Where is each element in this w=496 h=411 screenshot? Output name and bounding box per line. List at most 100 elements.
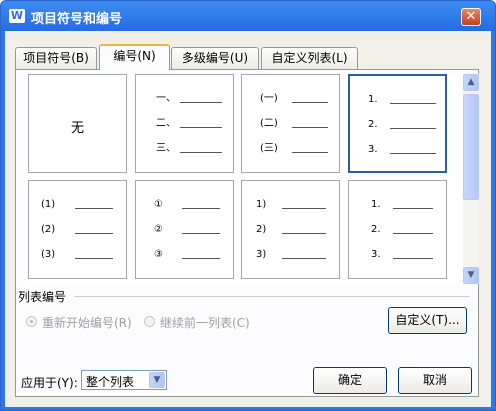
- tab-panel: 无 一、二、三、 (一) (二) (三) 1. 2. 3. (1) (2) (3) ① ② ③ 1) 2) 3)…: [15, 69, 479, 397]
- dialog-body: 项目符号(B) 编号(N) 多级编号(U) 自定义列表(L) 无一、 二、 三、 (一…: [5, 31, 491, 407]
- tab-numbering[interactable]: 编号(N): [99, 44, 170, 70]
- number-marker: 三、: [156, 143, 176, 154]
- number-marker: ①: [154, 199, 163, 210]
- radio-selected-dot: [30, 320, 33, 323]
- text-line: [282, 233, 326, 234]
- dialog-title: 项目符号和编号: [31, 12, 123, 27]
- chevron-down-icon[interactable]: ▼: [149, 372, 165, 388]
- restart-numbering-label[interactable]: 重新开始编号(R): [42, 314, 132, 331]
- scroll-up-button[interactable]: ▲: [463, 74, 479, 91]
- preview-row: 3): [242, 248, 337, 262]
- list-numbering-group-label: 列表编号: [18, 290, 67, 304]
- text-line: [282, 208, 326, 209]
- text-line: [180, 127, 222, 128]
- preview-row: (2): [29, 223, 124, 237]
- text-line: [390, 103, 436, 104]
- number-marker: ③: [154, 249, 163, 260]
- numbering-option[interactable]: ① ② ③: [135, 180, 234, 279]
- preview-row: (3): [29, 248, 124, 262]
- preview-row: (三): [242, 142, 337, 156]
- numbering-option[interactable]: 1) 2) 3): [241, 180, 340, 279]
- preview-row: 3.: [350, 143, 445, 157]
- number-marker: (1): [41, 199, 56, 210]
- text-line: [180, 152, 222, 153]
- number-marker: (2): [41, 224, 56, 235]
- text-line: [390, 128, 436, 129]
- text-line: [393, 258, 433, 259]
- apply-to-select[interactable]: 整个列表 ▼: [81, 370, 167, 390]
- apply-to-label: 应用于(Y):: [21, 376, 78, 390]
- close-button[interactable]: ✕: [461, 8, 481, 26]
- number-marker: 1.: [368, 94, 378, 105]
- text-line: [75, 233, 113, 234]
- tab-multilevel[interactable]: 多级编号(U): [171, 47, 259, 69]
- wps-app-icon: W: [9, 9, 25, 23]
- ok-button[interactable]: 确定: [313, 367, 387, 394]
- text-line: [282, 258, 326, 259]
- continue-list-label[interactable]: 继续前一列表(C): [160, 314, 250, 331]
- preview-row: 二、: [136, 117, 231, 131]
- text-line: [390, 153, 436, 154]
- text-line: [393, 233, 433, 234]
- number-marker: 3.: [371, 249, 381, 260]
- preview-row: 2): [242, 223, 337, 237]
- number-marker: 1.: [371, 199, 381, 210]
- number-marker: (三): [260, 143, 278, 154]
- numbering-option[interactable]: (一) (二) (三): [241, 74, 340, 173]
- preview-row: 一、: [136, 92, 231, 106]
- number-marker: (3): [41, 249, 56, 260]
- text-line: [182, 258, 220, 259]
- preview-row: 三、: [136, 142, 231, 156]
- text-line: [393, 208, 433, 209]
- preview-row: (二): [242, 117, 337, 131]
- number-marker: 2.: [368, 119, 378, 130]
- number-marker: 1): [256, 199, 267, 210]
- text-line: [292, 102, 328, 103]
- preview-row: ②: [136, 223, 231, 237]
- number-marker: 2.: [371, 224, 381, 235]
- restart-numbering-radio[interactable]: [26, 316, 37, 327]
- number-marker: 一、: [156, 93, 176, 104]
- scroll-down-button[interactable]: ▼: [463, 267, 479, 284]
- none-option-label: 无: [70, 121, 84, 136]
- group-divider: [74, 296, 470, 297]
- preview-row: (1): [29, 198, 124, 212]
- gallery-scrollbar[interactable]: ▲ ▼: [463, 74, 479, 284]
- tab-custom-list[interactable]: 自定义列表(L): [261, 47, 358, 69]
- number-marker: ②: [154, 224, 163, 235]
- text-line: [182, 208, 220, 209]
- text-line: [75, 258, 113, 259]
- number-marker: 3): [256, 249, 267, 260]
- numbering-option[interactable]: (1) (2) (3): [28, 180, 127, 279]
- customize-button[interactable]: 自定义(T)...: [388, 307, 467, 334]
- apply-to-value: 整个列表: [86, 375, 135, 389]
- preview-row: ①: [136, 198, 231, 212]
- number-marker: 二、: [156, 118, 176, 129]
- preview-row: 2.: [350, 118, 445, 132]
- preview-row: 1.: [349, 198, 444, 212]
- dialog-window: W 项目符号和编号 ✕ 项目符号(B) 编号(N) 多级编号(U) 自定义列表(…: [0, 0, 496, 411]
- number-marker: 3.: [368, 144, 378, 155]
- preview-row: 3.: [349, 248, 444, 262]
- tab-bullets[interactable]: 项目符号(B): [15, 47, 97, 69]
- continue-list-radio[interactable]: [144, 316, 155, 327]
- scroll-thumb[interactable]: [463, 94, 479, 200]
- preview-row: 1): [242, 198, 337, 212]
- number-marker: (二): [260, 118, 278, 129]
- numbering-option[interactable]: 1. 2. 3.: [348, 74, 447, 173]
- preview-row: ③: [136, 248, 231, 262]
- text-line: [292, 152, 328, 153]
- text-line: [292, 127, 328, 128]
- preview-row: 1.: [350, 93, 445, 107]
- numbering-option[interactable]: 无: [28, 74, 127, 173]
- text-line: [75, 208, 113, 209]
- number-marker: 2): [256, 224, 267, 235]
- numbering-option[interactable]: 1. 2. 3.: [348, 180, 447, 279]
- numbering-option[interactable]: 一、 二、 三、: [135, 74, 234, 173]
- preview-row: (一): [242, 92, 337, 106]
- cancel-button[interactable]: 取消: [398, 367, 472, 394]
- title-bar[interactable]: W 项目符号和编号 ✕: [1, 1, 495, 31]
- preview-row: 2.: [349, 223, 444, 237]
- numbering-gallery: 无 一、二、三、 (一) (二) (三) 1. 2. 3. (1) (2) (3) ① ② ③ 1) 2) 3)…: [28, 74, 459, 284]
- text-line: [180, 102, 222, 103]
